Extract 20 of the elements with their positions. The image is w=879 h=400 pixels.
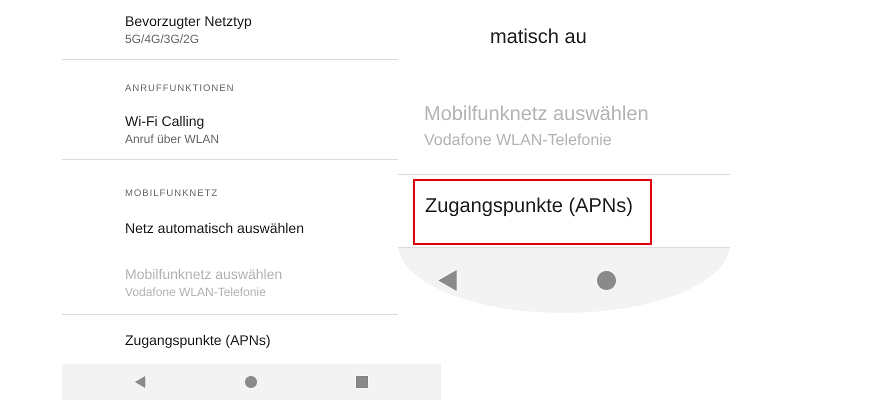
item-title: Mobilfunknetz auswählen [424, 103, 650, 126]
settings-item[interactable]: Netz automatisch auswählen [62, 205, 398, 250]
item-title: Wi-Fi Calling [125, 113, 206, 129]
section-header: ANRUFFUNKTIONEN [125, 83, 234, 94]
home-icon[interactable] [597, 270, 616, 291]
back-icon[interactable] [438, 270, 457, 291]
item-title: Netz automatisch auswählen [125, 220, 305, 236]
back-icon[interactable] [134, 376, 146, 388]
item-title: matisch au [490, 26, 587, 49]
item-title: Bevorzugter Netztyp [125, 13, 253, 29]
item-title: Zugangspunkte (APNs) [413, 179, 652, 245]
item-subtitle: 5G/4G/3G/2G [125, 32, 200, 46]
item-subtitle: Vodafone WLAN-Telefonie [125, 284, 267, 298]
item-title: Mobilfunknetz auswählen [125, 266, 284, 282]
item-subtitle: Vodafone WLAN-Telefonie [424, 132, 613, 150]
home-icon[interactable] [245, 376, 257, 388]
section-header: MOBILFUNKNETZ [125, 188, 218, 199]
item-title: Zugangspunkte (APNs) [125, 332, 272, 348]
item-subtitle: Anruf über WLAN [125, 132, 220, 146]
settings-item[interactable]: Zugangspunkte (APNs) [62, 315, 441, 364]
